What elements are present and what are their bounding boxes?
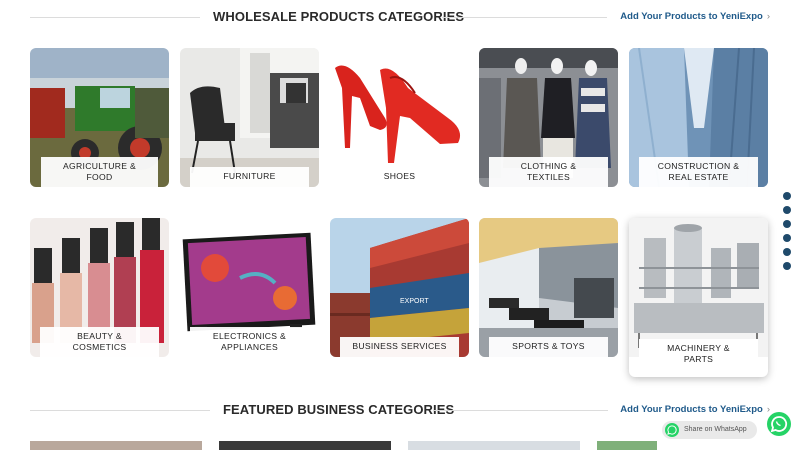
featured-section-title: FEATURED BUSINESS CATEGORIES xyxy=(223,402,455,417)
category-card-shoes[interactable]: SHOES xyxy=(330,48,469,187)
featured-card[interactable] xyxy=(597,441,657,450)
category-label: AGRICULTURE & FOOD xyxy=(41,157,158,187)
featured-card[interactable] xyxy=(30,441,202,450)
category-label: SPORTS & TOYS xyxy=(489,337,608,357)
add-products-link[interactable]: Add Your Products to YeniExpo › xyxy=(620,11,770,22)
page-section-dots xyxy=(783,192,791,276)
featured-section-header: FEATURED BUSINESS CATEGORIES Add Your Pr… xyxy=(30,401,770,421)
chevron-right-icon: › xyxy=(766,11,770,22)
section-dot[interactable] xyxy=(783,234,791,242)
category-card-electronics[interactable]: ELECTRONICS & APPLIANCES xyxy=(180,218,319,357)
whatsapp-share-label: Share on WhatsApp xyxy=(684,426,747,433)
whatsapp-icon xyxy=(665,423,679,437)
machinery-image xyxy=(629,218,768,357)
add-products-link-text: Add Your Products to YeniExpo xyxy=(620,404,763,415)
section-dot[interactable] xyxy=(783,206,791,214)
add-products-link-text: Add Your Products to YeniExpo xyxy=(620,11,763,22)
category-card-construction[interactable]: CONSTRUCTION & REAL ESTATE xyxy=(629,48,768,187)
category-label: MACHINERY & PARTS xyxy=(639,339,758,369)
category-card-clothing[interactable]: CLOTHING & TEXTILES xyxy=(479,48,618,187)
whatsapp-icon xyxy=(770,416,788,433)
divider xyxy=(442,17,607,18)
featured-card[interactable] xyxy=(219,441,391,450)
category-label: BUSINESS SERVICES xyxy=(340,337,459,357)
featured-card[interactable] xyxy=(408,441,580,450)
section-dot[interactable] xyxy=(783,262,791,270)
whatsapp-share-button[interactable]: Share on WhatsApp xyxy=(662,421,757,439)
category-label: ELECTRONICS & APPLIANCES xyxy=(190,327,309,357)
category-card-machinery[interactable]: MACHINERY & PARTS xyxy=(629,218,768,377)
section-dot[interactable] xyxy=(783,220,791,228)
wholesale-section-header: WHOLESALE PRODUCTS CATEGORIES Add Your P… xyxy=(30,8,770,28)
divider xyxy=(30,17,200,18)
section-dot[interactable] xyxy=(783,248,791,256)
category-card-sports[interactable]: SPORTS & TOYS xyxy=(479,218,618,357)
whatsapp-chat-button[interactable] xyxy=(767,412,791,436)
section-dot[interactable] xyxy=(783,192,791,200)
category-label: CONSTRUCTION & REAL ESTATE xyxy=(639,157,758,187)
category-card-furniture[interactable]: FURNITURE xyxy=(180,48,319,187)
add-products-link[interactable]: Add Your Products to YeniExpo › xyxy=(620,404,770,415)
category-label: CLOTHING & TEXTILES xyxy=(489,157,608,187)
category-card-agriculture[interactable]: AGRICULTURE & FOOD xyxy=(30,48,169,187)
category-label: SHOES xyxy=(340,167,459,187)
category-card-business[interactable]: EXPORT BUSINESS SERVICES xyxy=(330,218,469,357)
category-card-beauty[interactable]: BEAUTY & COSMETICS xyxy=(30,218,169,357)
divider xyxy=(30,410,210,411)
wholesale-section-title: WHOLESALE PRODUCTS CATEGORIES xyxy=(213,9,465,24)
divider xyxy=(433,410,608,411)
category-label: BEAUTY & COSMETICS xyxy=(40,327,159,357)
svg-text:EXPORT: EXPORT xyxy=(400,298,429,305)
category-label: FURNITURE xyxy=(190,167,309,187)
